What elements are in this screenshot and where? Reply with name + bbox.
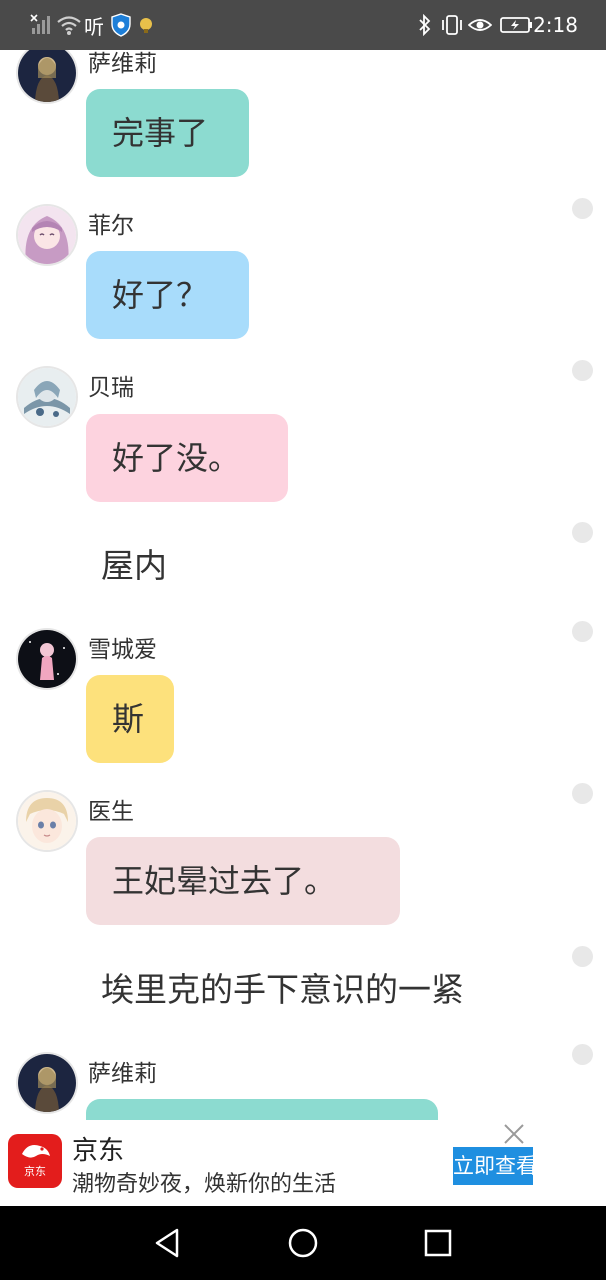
speaker-name: 萨维莉 [88, 1061, 157, 1087]
message-bubble[interactable]: 王妃晕过去了。 [86, 837, 400, 925]
wifi-icon [56, 0, 82, 50]
avatar-xuechengai[interactable] [18, 630, 76, 688]
recents-icon[interactable] [417, 1222, 459, 1264]
listen-indicator: 听 [84, 14, 104, 39]
battery-charging-icon [500, 0, 534, 50]
avatar-saveli[interactable] [18, 50, 76, 102]
avatar-saveli[interactable] [18, 1054, 76, 1112]
message-bubble[interactable]: 好了？ [86, 251, 249, 339]
message-bubble[interactable]: 好了没。 [86, 414, 288, 502]
back-icon[interactable] [147, 1222, 189, 1264]
narration-text: 屋内 [101, 546, 167, 585]
message-bubble[interactable] [86, 1099, 438, 1120]
read-indicator [572, 198, 593, 219]
status-bar: 听 2:18 [0, 0, 606, 50]
narration-text: 埃里克的手下意识的一紧 [101, 970, 464, 1009]
chat-feed[interactable]: 萨维莉 完事了 菲尔 好了？ 贝瑞 好了没。 屋内 雪城爱 斯 医生 王妃晕过去… [0, 50, 606, 1120]
speaker-name: 菲尔 [88, 213, 134, 239]
jd-logo-icon[interactable]: 京东 [8, 1134, 62, 1188]
read-indicator [572, 522, 593, 543]
ad-cta-button[interactable]: 立即查看 [453, 1147, 533, 1185]
speaker-name: 医生 [88, 799, 134, 825]
message-bubble[interactable]: 斯 [86, 675, 174, 763]
ad-banner[interactable]: 京东 京东 潮物奇妙夜，焕新你的生活 立即查看 [0, 1120, 606, 1206]
navigation-bar [0, 1206, 606, 1280]
read-indicator [572, 783, 593, 804]
bluetooth-icon [418, 0, 432, 50]
speaker-name: 萨维莉 [88, 51, 157, 77]
ad-description[interactable]: 潮物奇妙夜，焕新你的生活 [72, 1166, 336, 1198]
eye-comfort-icon [468, 0, 492, 50]
read-indicator [572, 360, 593, 381]
read-indicator [572, 946, 593, 967]
avatar-fier[interactable] [18, 206, 76, 264]
screen: 听 2:18 萨维莉 完事了 菲尔 好了？ 贝瑞 好了没。 屋内 雪城爱 斯 医… [0, 0, 606, 1280]
close-icon[interactable] [500, 1120, 528, 1148]
ad-logo-label: 京东 [24, 1165, 46, 1178]
speaker-name: 贝瑞 [88, 375, 134, 401]
ad-title[interactable]: 京东 [72, 1130, 124, 1167]
notification-app-icon [138, 0, 154, 50]
shield-app-icon [110, 0, 132, 50]
no-signal-icon [30, 0, 52, 50]
status-time: 2:18 [533, 13, 578, 37]
avatar-yisheng[interactable] [18, 792, 76, 850]
avatar-beirui[interactable] [18, 368, 76, 426]
read-indicator [572, 1044, 593, 1065]
speaker-name: 雪城爱 [88, 637, 157, 663]
vibrate-icon [440, 0, 464, 50]
home-icon[interactable] [282, 1222, 324, 1264]
message-bubble[interactable]: 完事了 [86, 89, 249, 177]
read-indicator [572, 621, 593, 642]
